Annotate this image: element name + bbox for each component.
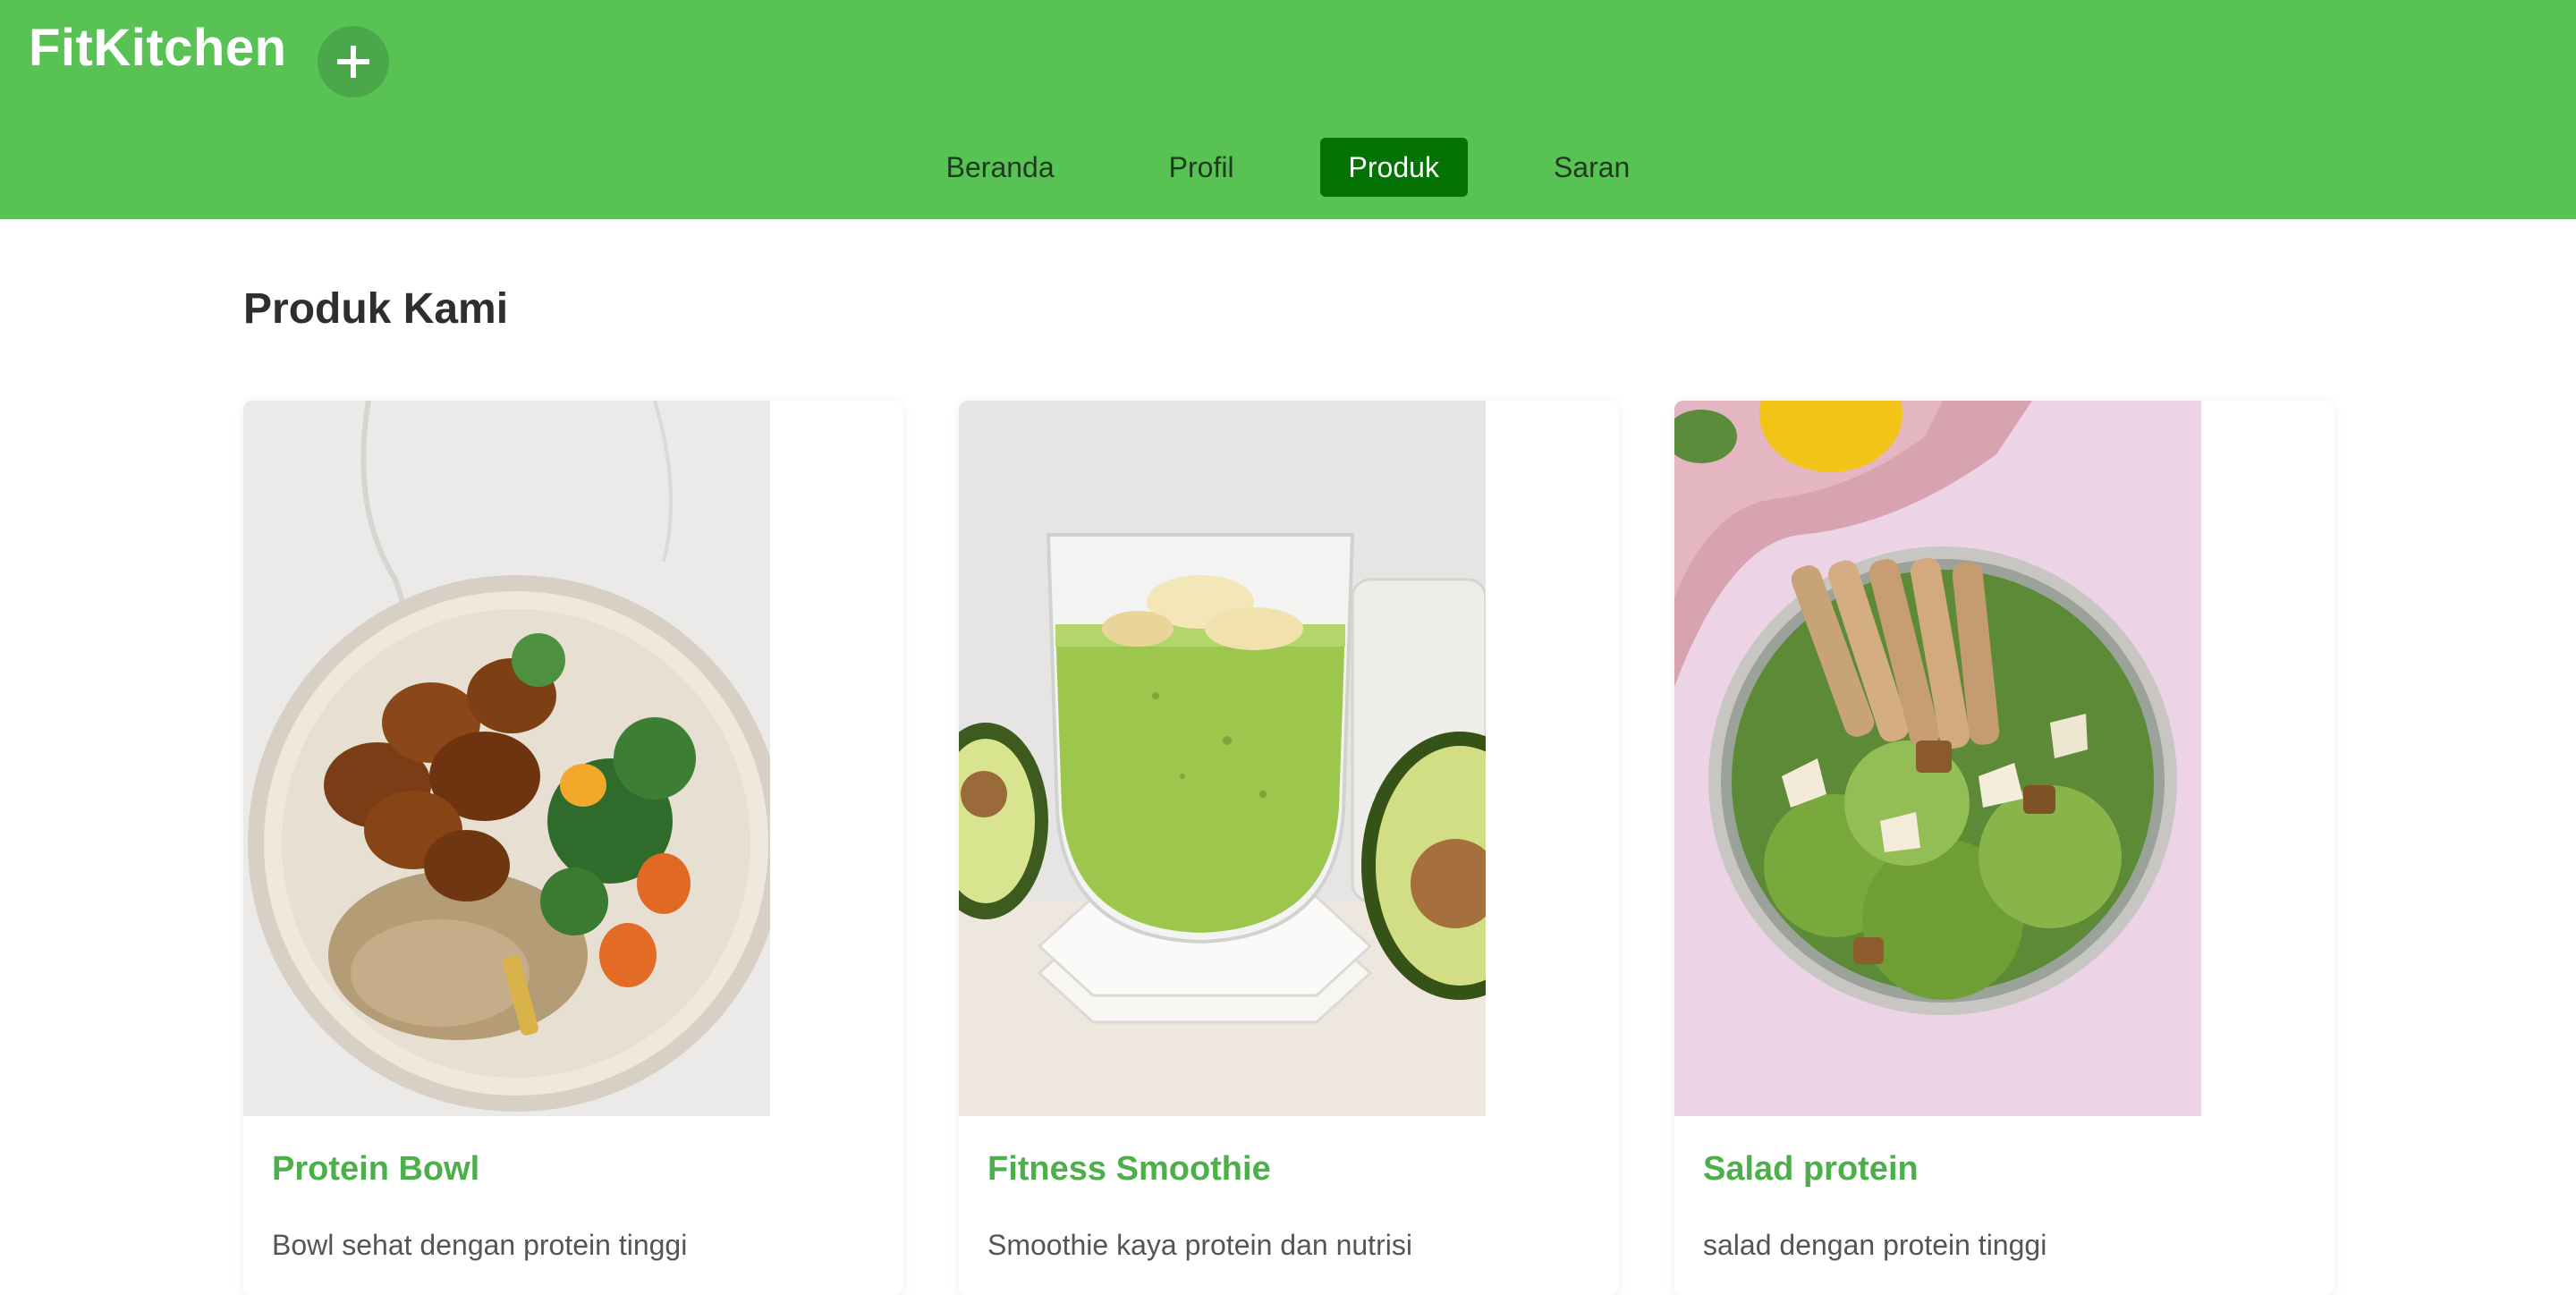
product-description: salad dengan protein tinggi — [1703, 1229, 2047, 1261]
product-image — [243, 401, 770, 1116]
product-description: Smoothie kaya protein dan nutrisi — [987, 1229, 1412, 1261]
page-title: Produk Kami — [243, 285, 509, 333]
product-image — [959, 401, 1486, 1116]
product-description: Bowl sehat dengan protein tinggi — [272, 1229, 688, 1261]
nav-item-beranda[interactable]: Beranda — [918, 138, 1083, 197]
product-card[interactable]: Protein Bowl Bowl sehat dengan protein t… — [243, 401, 903, 1295]
brand-logo[interactable]: FitKitchen — [29, 18, 287, 78]
product-title: Salad protein — [1703, 1150, 1919, 1188]
protein-bowl-photo — [243, 401, 770, 1116]
product-image — [1674, 401, 2201, 1116]
product-card[interactable]: Salad protein salad dengan protein tingg… — [1674, 401, 2334, 1295]
product-title: Protein Bowl — [272, 1150, 480, 1188]
nav-item-profil[interactable]: Profil — [1140, 138, 1263, 197]
product-card[interactable]: Fitness Smoothie Smoothie kaya protein d… — [959, 401, 1619, 1295]
nav-item-produk[interactable]: Produk — [1319, 138, 1468, 197]
chicken-salad-photo — [1674, 401, 2201, 1116]
nav-item-saran[interactable]: Saran — [1525, 138, 1658, 197]
add-button[interactable] — [318, 26, 389, 97]
plus-icon — [337, 46, 369, 78]
main-nav: Beranda Profil Produk Saran — [0, 138, 2576, 197]
site-header: FitKitchen Beranda Profil Produk Saran — [0, 0, 2576, 219]
product-title: Fitness Smoothie — [987, 1150, 1271, 1188]
green-smoothie-photo — [959, 401, 1486, 1116]
